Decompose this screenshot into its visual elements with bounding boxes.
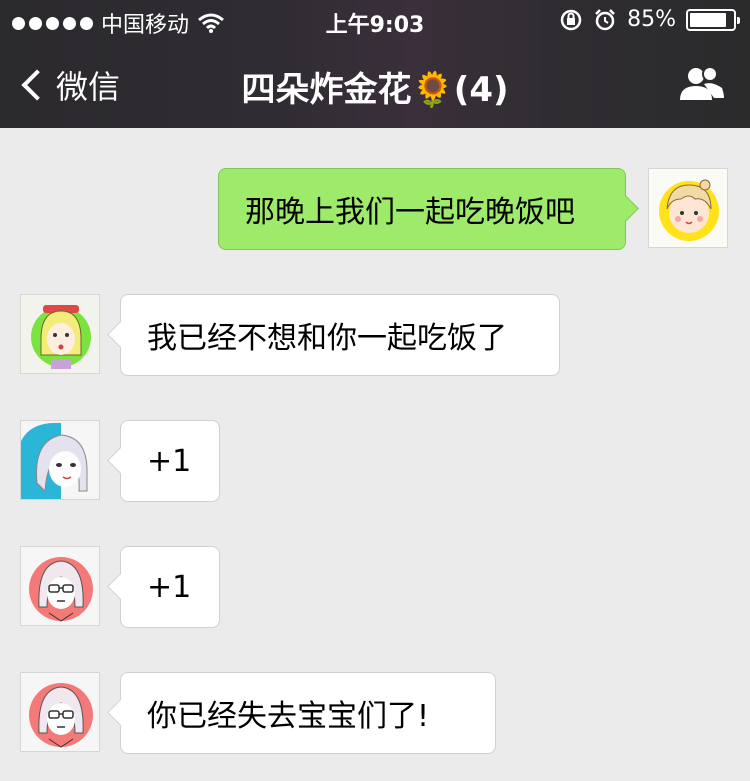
blue-bg-girl-avatar-icon [21, 421, 99, 499]
message-bubble[interactable]: 我已经不想和你一起吃饭了 [120, 294, 560, 376]
message-text: 那晚上我们一起吃晚饭吧 [245, 195, 575, 230]
message-text: 你已经失去宝宝们了! [147, 699, 430, 734]
message-text: 我已经不想和你一起吃饭了 [147, 321, 507, 356]
status-right: 85% [559, 7, 740, 32]
group-members-icon[interactable] [678, 64, 726, 104]
message-text: +1 [147, 569, 192, 605]
avatar[interactable] [20, 294, 100, 374]
rotation-lock-icon [560, 9, 582, 30]
message-bubble[interactable]: +1 [120, 420, 220, 502]
message-bubble[interactable]: 那晚上我们一起吃晚饭吧 [218, 168, 626, 250]
blonde-girl-avatar-icon [649, 169, 727, 247]
battery-fill [690, 12, 726, 27]
avatar[interactable] [20, 672, 100, 752]
chat-title: 四朵炸金花🌻(4) [241, 70, 509, 110]
message-bubble[interactable]: 你已经失去宝宝们了! [120, 672, 496, 754]
nav-bar: 微信 四朵炸金花🌻(4) [0, 40, 750, 128]
glasses-girl-avatar-icon [21, 673, 99, 751]
top-bar: 中国移动 上午9:03 85% 微信 四朵炸金花🌻(4) [0, 0, 750, 128]
status-bar: 中国移动 上午9:03 85% [0, 0, 750, 40]
avatar[interactable] [20, 420, 100, 500]
battery-icon [686, 8, 740, 31]
chat-area[interactable]: 那晚上我们一起吃晚饭吧 我已经不想和你一起吃饭了 +1 +1 你已经失去宝宝们了… [0, 128, 750, 781]
message-text: +1 [147, 443, 192, 479]
avatar[interactable] [20, 546, 100, 626]
battery-percent: 85% [627, 7, 676, 32]
avatar[interactable] [648, 168, 728, 248]
green-bg-girl-avatar-icon [21, 295, 99, 373]
alarm-icon [595, 8, 615, 30]
message-bubble[interactable]: +1 [120, 546, 220, 628]
glasses-girl-avatar-icon [21, 547, 99, 625]
